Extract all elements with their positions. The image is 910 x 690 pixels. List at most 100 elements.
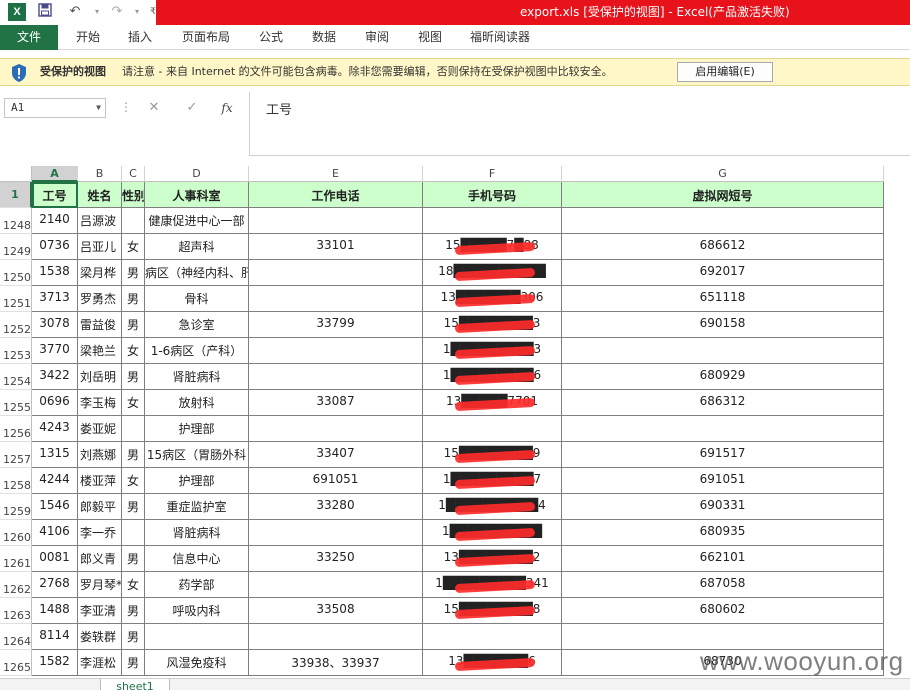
table-cell[interactable]: 病区（神经内科、肝 <box>145 260 249 286</box>
row-header[interactable]: 1262 <box>0 572 32 598</box>
table-cell[interactable]: 梁月桦 <box>78 260 122 286</box>
table-cell[interactable] <box>423 208 562 234</box>
table-cell[interactable]: 33250 <box>249 546 423 572</box>
table-cell[interactable]: 男 <box>122 260 145 286</box>
table-cell[interactable]: 刘燕娜 <box>78 442 122 468</box>
tab-foxit-reader[interactable]: 福昕阅读器 <box>470 25 530 50</box>
column-header-c[interactable]: C <box>122 166 145 182</box>
row-header[interactable]: 1257 <box>0 442 32 468</box>
header-cell-e[interactable]: 工作电话 <box>249 182 423 208</box>
name-box[interactable]: A1 ▼ <box>4 98 106 118</box>
table-cell[interactable] <box>249 572 423 598</box>
row-header[interactable]: 1250 <box>0 260 32 286</box>
table-cell[interactable] <box>562 208 884 234</box>
table-cell[interactable]: 3078 <box>32 312 78 338</box>
table-cell[interactable]: 楼亚萍 <box>78 468 122 494</box>
table-cell[interactable]: 0081 <box>32 546 78 572</box>
table-cell[interactable]: 15病区（胃肠外科 <box>145 442 249 468</box>
table-cell[interactable]: 33799 <box>249 312 423 338</box>
table-cell[interactable]: 女 <box>122 234 145 260</box>
table-cell[interactable] <box>249 364 423 390</box>
column-header-f[interactable]: F <box>423 166 562 182</box>
table-cell[interactable]: 2768 <box>32 572 78 598</box>
tab-formulas[interactable]: 公式 <box>259 25 283 50</box>
table-cell[interactable]: 33508 <box>249 598 423 624</box>
table-cell[interactable]: 1546 <box>32 494 78 520</box>
table-cell[interactable]: 651118 <box>562 286 884 312</box>
table-cell[interactable]: 33101 <box>249 234 423 260</box>
table-cell[interactable]: 风湿免疫科 <box>145 650 249 676</box>
table-cell[interactable]: 4243 <box>32 416 78 442</box>
header-cell-g[interactable]: 虚拟网短号 <box>562 182 884 208</box>
table-cell[interactable] <box>122 208 145 234</box>
table-cell[interactable]: 687058 <box>562 572 884 598</box>
table-cell[interactable]: 4106 <box>32 520 78 546</box>
row-header[interactable]: 1265 <box>0 650 32 676</box>
table-cell[interactable]: 男 <box>122 494 145 520</box>
table-cell[interactable]: 690331 <box>562 494 884 520</box>
table-cell[interactable]: 骨科 <box>145 286 249 312</box>
column-header-e[interactable]: E <box>249 166 423 182</box>
table-cell[interactable]: 男 <box>122 546 145 572</box>
table-cell[interactable]: 护理部 <box>145 468 249 494</box>
table-cell[interactable]: 女 <box>122 338 145 364</box>
table-cell[interactable] <box>249 624 423 650</box>
enter-icon[interactable]: ✓ <box>181 98 203 118</box>
table-cell[interactable]: 8114 <box>32 624 78 650</box>
table-cell[interactable]: 信息中心 <box>145 546 249 572</box>
tab-home[interactable]: 开始 <box>76 25 100 50</box>
sheet-tab[interactable]: sheet1 <box>100 679 170 690</box>
row-header[interactable]: 1254 <box>0 364 32 390</box>
table-cell[interactable]: 男 <box>122 312 145 338</box>
table-cell[interactable]: 药学部 <box>145 572 249 598</box>
table-cell[interactable] <box>249 286 423 312</box>
formula-input[interactable]: 工号 <box>249 92 910 156</box>
tab-file[interactable]: 文件 <box>0 25 58 50</box>
row-header[interactable]: 1249 <box>0 234 32 260</box>
table-cell[interactable] <box>122 520 145 546</box>
table-cell[interactable] <box>249 520 423 546</box>
insert-function-icon[interactable]: fx <box>216 98 238 118</box>
table-cell[interactable]: 急诊室 <box>145 312 249 338</box>
undo-dropdown-icon[interactable]: ▾ <box>88 3 106 21</box>
table-cell[interactable]: 33938、33937 <box>249 650 423 676</box>
table-cell[interactable]: 662101 <box>562 546 884 572</box>
row-header[interactable]: 1251 <box>0 286 32 312</box>
table-cell[interactable]: 4244 <box>32 468 78 494</box>
select-all-corner[interactable] <box>0 166 32 182</box>
row-header[interactable]: 1253 <box>0 338 32 364</box>
table-cell[interactable]: 李亚清 <box>78 598 122 624</box>
table-cell[interactable]: 680602 <box>562 598 884 624</box>
table-cell[interactable]: 李涯松 <box>78 650 122 676</box>
table-cell[interactable]: 娄亚妮 <box>78 416 122 442</box>
undo-icon[interactable]: ↶ <box>66 3 84 21</box>
table-cell[interactable]: 男 <box>122 364 145 390</box>
row-header[interactable]: 1256 <box>0 416 32 442</box>
table-cell[interactable] <box>249 208 423 234</box>
header-cell-f[interactable]: 手机号码 <box>423 182 562 208</box>
table-cell[interactable]: 690158 <box>562 312 884 338</box>
table-cell[interactable]: 雷益俊 <box>78 312 122 338</box>
table-cell[interactable]: 男 <box>122 286 145 312</box>
row-header[interactable]: 1261 <box>0 546 32 572</box>
table-cell[interactable]: 691051 <box>249 468 423 494</box>
row-header[interactable]: 1263 <box>0 598 32 624</box>
spreadsheet-grid[interactable]: A B C D E F G 1 工号 姓名 性别 人事科室 工作电话 手机号码 虚拟网短号 1248 2140 吕… <box>0 166 910 678</box>
table-cell[interactable] <box>249 260 423 286</box>
redo-icon[interactable]: ↷ <box>108 3 126 21</box>
table-cell[interactable] <box>145 624 249 650</box>
row-header[interactable]: 1260 <box>0 520 32 546</box>
save-icon[interactable] <box>36 3 54 21</box>
table-cell[interactable] <box>562 338 884 364</box>
table-cell[interactable]: 680929 <box>562 364 884 390</box>
column-header-a[interactable]: A <box>32 166 78 182</box>
table-cell[interactable]: 691051 <box>562 468 884 494</box>
table-cell[interactable]: 680935 <box>562 520 884 546</box>
table-cell[interactable]: 梁艳兰 <box>78 338 122 364</box>
table-cell[interactable]: 超声科 <box>145 234 249 260</box>
table-cell[interactable]: 健康促进中心一部 <box>145 208 249 234</box>
table-cell[interactable]: 吕源波 <box>78 208 122 234</box>
row-header[interactable]: 1252 <box>0 312 32 338</box>
table-cell[interactable]: 李一乔 <box>78 520 122 546</box>
header-cell-d[interactable]: 人事科室 <box>145 182 249 208</box>
